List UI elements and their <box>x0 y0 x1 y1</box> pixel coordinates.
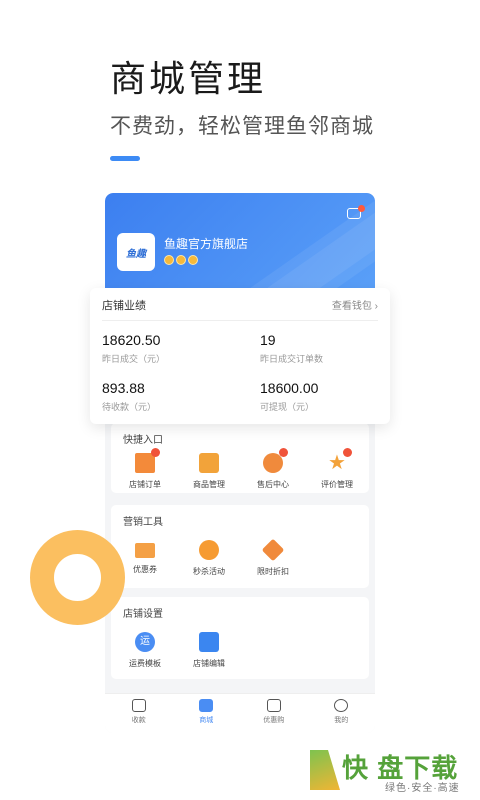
shipping-icon: 运 <box>135 632 155 652</box>
badge-icon <box>176 255 186 265</box>
stat-withdrawable: 18600.00 可提现（元） <box>260 380 319 412</box>
section-title: 营销工具 <box>123 517 163 528</box>
goods-icon <box>199 453 219 473</box>
marketing-item-flash-sale[interactable]: 秒杀活动 <box>179 540 239 577</box>
store-edit-icon <box>199 632 219 652</box>
quick-item-goods[interactable]: 商品管理 <box>179 453 239 490</box>
page-title: 商城管理 <box>110 58 267 99</box>
store-performance-card: 店铺业绩 查看钱包 › 18620.50 昨日成交（元） 19 昨日成交订单数 … <box>90 288 390 424</box>
marketing-section: 营销工具 优惠券 秒杀活动 限时折扣 <box>111 505 369 588</box>
flash-sale-icon <box>199 540 219 560</box>
watermark-logo <box>310 750 340 790</box>
quick-entry-section: 快捷入口 店铺订单 商品管理 售后中心 ★ 评价管理 <box>111 423 369 493</box>
marketing-item-discount[interactable]: 限时折扣 <box>243 538 303 577</box>
decorative-ring <box>30 530 125 625</box>
view-wallet-link[interactable]: 查看钱包 › <box>332 297 378 312</box>
shop-icon <box>199 699 214 712</box>
quick-item-orders[interactable]: 店铺订单 <box>115 448 175 490</box>
stat-pending-receipt: 893.88 待收款（元） <box>102 380 157 412</box>
title-accent-dash <box>110 156 140 161</box>
store-logo: 鱼趣 <box>117 233 155 271</box>
bottom-tabbar: 收款 商城 优惠购 我的 <box>105 693 375 733</box>
watermark: 快 盘下载 绿色·安全·高速 <box>310 748 480 796</box>
badge-icon <box>188 255 198 265</box>
settings-item-store-edit[interactable]: 店铺编辑 <box>179 632 239 669</box>
coupon-icon <box>135 543 155 558</box>
store-badges <box>164 255 198 265</box>
section-title: 快捷入口 <box>123 435 163 446</box>
quick-item-after-sale[interactable]: 售后中心 <box>243 448 303 490</box>
store-banner: 鱼趣 鱼趣官方旗舰店 <box>105 193 375 298</box>
chevron-right-icon: › <box>374 301 378 312</box>
discount-icon <box>261 538 285 562</box>
message-badge <box>358 205 365 212</box>
review-star-icon: ★ <box>327 448 352 473</box>
tab-mine[interactable]: 我的 <box>308 694 376 733</box>
page-subtitle: 不费劲，轻松管理鱼邻商城 <box>110 115 374 138</box>
order-icon <box>135 448 160 473</box>
store-name: 鱼趣官方旗舰店 <box>164 237 249 251</box>
divider <box>102 320 378 321</box>
stat-yesterday-orders: 19 昨日成交订单数 <box>260 332 324 364</box>
tab-deals[interactable]: 优惠购 <box>240 694 308 733</box>
cart-icon <box>266 699 281 712</box>
badge-icon <box>164 255 174 265</box>
settings-item-shipping[interactable]: 运 运费模板 <box>115 632 175 669</box>
stat-yesterday-sales: 18620.50 昨日成交（元） <box>102 332 166 364</box>
quick-item-reviews[interactable]: ★ 评价管理 <box>307 448 367 490</box>
section-title: 店铺设置 <box>123 609 163 620</box>
tab-mall[interactable]: 商城 <box>173 694 241 733</box>
tab-collect[interactable]: 收款 <box>105 694 173 733</box>
settings-section: 店铺设置 运 运费模板 店铺编辑 <box>111 597 369 679</box>
watermark-tagline: 绿色·安全·高速 <box>385 783 460 794</box>
after-sale-icon <box>263 448 288 473</box>
scan-icon <box>131 699 146 712</box>
performance-title: 店铺业绩 <box>102 300 146 312</box>
user-icon <box>334 699 349 712</box>
phone-mockup: 鱼趣 鱼趣官方旗舰店 快捷入口 店铺订单 商品管理 售后中心 ★ 评价管理 营销… <box>105 193 375 733</box>
